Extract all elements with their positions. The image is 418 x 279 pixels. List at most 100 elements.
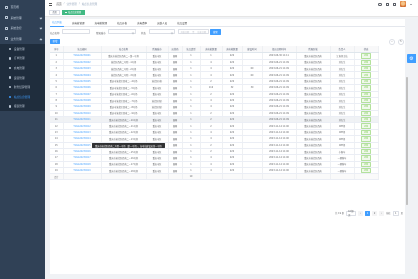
column-header: 序号 — [50, 46, 64, 54]
hamburger-icon[interactable] — [49, 2, 53, 6]
menu-icon — [9, 57, 12, 60]
sidebar: 首页概系统管理系统监控业务管理设备管理订单管理充电管理运营管理财务结算管理 站点信… — [0, 0, 45, 279]
summary-cell: 19 — [182, 173, 201, 181]
sidebar-item-6[interactable]: 充电管理 — [0, 63, 45, 73]
status-badge[interactable]: 正常 — [361, 59, 371, 65]
status-badge[interactable]: 正常 — [361, 97, 371, 103]
add-button[interactable]: 新增 — [50, 38, 60, 44]
sidebar-item-label: 运营管理 — [13, 75, 25, 80]
subtab-6[interactable]: 站点设置 — [175, 19, 189, 27]
prev-page-button[interactable]: ‹ — [358, 211, 364, 216]
sidebar-item-label: 报表管理 — [13, 104, 25, 109]
hide-search-icon[interactable]: ⌕ — [389, 38, 395, 45]
date-start: 开始日期 — [180, 30, 190, 34]
menu-icon — [9, 47, 12, 50]
subtab-0[interactable]: 站点列表 — [50, 19, 65, 27]
breadcrumb: 首页 / 业务管理 / 站点信息管理 — [56, 2, 97, 6]
sidebar-item-label: 充电管理 — [13, 65, 25, 70]
status-badge[interactable]: 正常 — [361, 142, 371, 148]
status-select[interactable] — [149, 29, 175, 35]
subtab-1[interactable]: 充电桩管理 — [70, 19, 87, 27]
column-header: 站点类型 — [182, 46, 201, 54]
sidebar-item-2[interactable]: 系统监控 — [0, 23, 45, 34]
breadcrumb-business[interactable]: 业务管理 — [66, 2, 76, 6]
subtab-4[interactable]: 充电费率 — [135, 19, 149, 27]
next-page-button[interactable]: › — [379, 211, 385, 216]
summary-cell — [330, 173, 355, 181]
chevron-down-icon[interactable] — [410, 3, 412, 5]
menu-icon — [9, 105, 12, 108]
search-button[interactable]: 搜索 — [210, 29, 221, 35]
filter-status-label: 状态 — [141, 31, 146, 35]
fullscreen-icon[interactable] — [385, 2, 389, 6]
page-button[interactable]: 2 — [372, 211, 378, 216]
city-select[interactable] — [108, 29, 136, 35]
subtab-5[interactable]: 运维人员 — [155, 19, 169, 27]
size-icon[interactable] — [392, 2, 396, 6]
status-badge[interactable]: 正常 — [361, 117, 371, 122]
sidebar-item-0[interactable]: 首页概 — [0, 2, 45, 13]
menu-icon — [5, 5, 8, 9]
sidebar-item-3[interactable]: 业务管理 — [0, 34, 45, 45]
status-badge[interactable]: 正常 — [361, 91, 371, 97]
tag-label: 站点信息管理 — [67, 11, 82, 15]
tags-view: 首页 站点信息管理 — [45, 9, 418, 17]
sidebar-item-10[interactable]: 报表管理 — [0, 101, 45, 112]
status-badge[interactable]: 正常 — [361, 110, 371, 116]
menu-icon — [5, 37, 8, 41]
status-badge[interactable]: 正常 — [361, 104, 371, 110]
add-button-label: 新增 — [52, 40, 58, 44]
sidebar-item-label: 业务管理 — [10, 36, 22, 41]
summary-cell — [296, 173, 331, 181]
status-badge[interactable]: 正常 — [361, 72, 371, 78]
menu-icon — [9, 66, 12, 70]
topbar-tools — [378, 1, 412, 8]
sidebar-item-8[interactable]: 财务结算管理 — [0, 82, 45, 92]
sidebar-item-5[interactable]: 订单管理 — [0, 53, 45, 64]
page-button[interactable]: 1 — [365, 211, 371, 216]
column-header: 所属区域 — [296, 46, 331, 54]
status-badge[interactable]: 正常 — [361, 148, 371, 154]
status-badge[interactable]: 正常 — [361, 168, 371, 173]
date-range-picker[interactable]: 开始日期 至 结束日期 — [178, 29, 209, 35]
search-button-label: 搜索 — [213, 30, 218, 34]
status-badge[interactable]: 正常 — [361, 66, 371, 71]
menu-icon — [9, 76, 12, 79]
sidebar-item-label: 系统管理 — [10, 15, 22, 20]
settings-gear-icon[interactable]: ⚙ — [407, 54, 416, 63]
sidebar-item-7[interactable]: 运营管理 — [0, 72, 45, 83]
sidebar-item-label: 系统监控 — [10, 26, 22, 31]
page-size-select[interactable]: 10条/页 — [346, 210, 357, 218]
tag-site-info[interactable]: 站点信息管理 — [61, 9, 85, 15]
page-size-value: 10条/页 — [348, 210, 355, 218]
site-name-input[interactable] — [62, 29, 90, 35]
tag-home[interactable]: 首页 — [49, 9, 61, 15]
status-badge[interactable]: 正常 — [361, 123, 371, 129]
status-badge[interactable]: 正常 — [361, 161, 371, 167]
subtabs: 站点列表 充电桩管理 充电枪管理 站点价格 充电费率 运维人员 站点设置 — [50, 19, 405, 27]
subtab-2[interactable]: 充电枪管理 — [93, 19, 110, 27]
search-icon[interactable] — [378, 2, 382, 6]
subtab-3[interactable]: 站点价格 — [115, 19, 129, 27]
status-badge[interactable]: 正常 — [361, 53, 371, 59]
breadcrumb-home[interactable]: 首页 — [56, 2, 61, 6]
chevron-icon — [39, 16, 42, 19]
status-badge[interactable]: 正常 — [361, 78, 371, 84]
sidebar-item-label: 首页概 — [10, 5, 19, 10]
status-badge[interactable]: 正常 — [361, 85, 371, 90]
avatar[interactable] — [400, 1, 406, 8]
page-number: 1 — [366, 211, 369, 215]
column-header: 所属城市 — [146, 46, 169, 54]
sidebar-item-1[interactable]: 系统管理 — [0, 13, 45, 24]
sidebar-item-label: 订单管理 — [13, 56, 25, 61]
goto-page-input[interactable]: 1 — [392, 211, 399, 216]
date-end: 结束日期 — [197, 30, 207, 34]
table-scrollbar[interactable] — [406, 77, 408, 205]
sidebar-item-4[interactable]: 设备管理 — [0, 44, 45, 54]
refresh-icon[interactable]: ↻ — [398, 38, 404, 45]
sidebar-item-label: 设备管理 — [13, 46, 25, 51]
sidebar-item-9[interactable]: 站点信息管理 — [0, 91, 45, 102]
status-badge[interactable]: 正常 — [361, 129, 371, 135]
status-badge[interactable]: 正常 — [361, 136, 371, 141]
status-badge[interactable]: 正常 — [361, 155, 371, 161]
